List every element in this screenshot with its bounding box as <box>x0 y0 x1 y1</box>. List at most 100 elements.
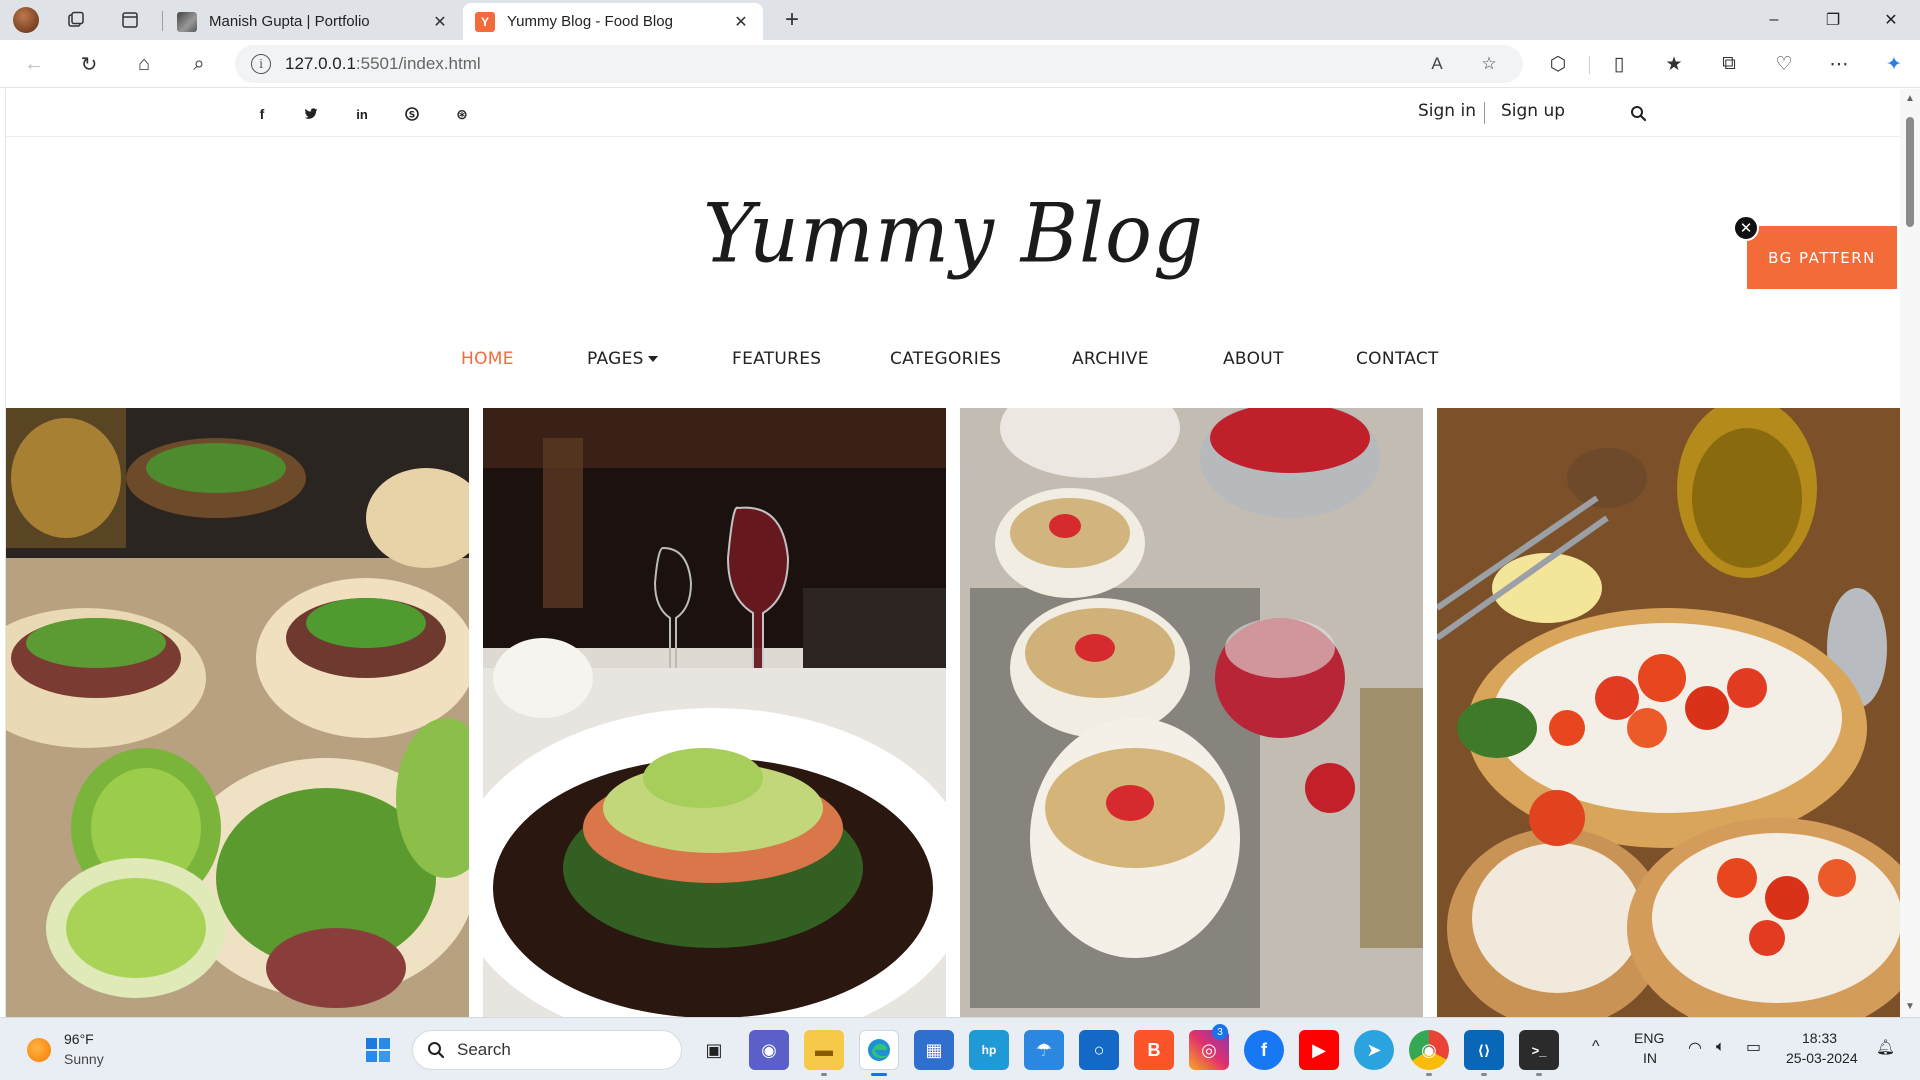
split-screen-icon[interactable]: ▯ <box>1599 48 1639 80</box>
search-icon[interactable] <box>1626 101 1650 125</box>
weather-temp[interactable]: 96°F <box>64 1031 94 1047</box>
favorites-icon[interactable]: ★ <box>1654 48 1694 80</box>
copilot-icon[interactable]: ✦ <box>1874 48 1914 80</box>
salmon-photo[interactable] <box>483 408 946 1017</box>
windows-taskbar: 96°F Sunny Search ▣ ◉ ▬ ▦ hp ☂ ○ B ◎ 3 f… <box>0 1017 1920 1080</box>
toolbar-separator <box>1589 56 1590 74</box>
tacos-photo[interactable] <box>6 408 469 1017</box>
collections-icon[interactable]: ⧉ <box>1709 48 1749 80</box>
task-view-icon[interactable]: ▣ <box>694 1030 734 1070</box>
yummy-blog-favicon-icon: Y <box>475 11 495 32</box>
weather-app-icon[interactable]: ☂ <box>1024 1030 1064 1070</box>
parfait-photo[interactable] <box>960 408 1423 1017</box>
hp-app-icon[interactable]: hp <box>969 1030 1009 1070</box>
new-tab-button[interactable]: + <box>776 6 808 34</box>
tab-separator <box>162 11 163 31</box>
battery-icon[interactable]: ▭ <box>1746 1037 1761 1057</box>
running-indicator <box>1426 1073 1432 1076</box>
minimize-button[interactable]: – <box>1745 0 1803 40</box>
running-indicator <box>821 1073 827 1076</box>
sign-in-link[interactable]: Sign in <box>1418 101 1476 121</box>
telegram-icon[interactable]: ➤ <box>1354 1030 1394 1070</box>
tab-actions-icon[interactable] <box>112 6 148 34</box>
cortana-icon[interactable]: ○ <box>1079 1030 1119 1070</box>
favorite-star-icon[interactable]: ☆ <box>1471 45 1507 83</box>
nav-archive[interactable]: ARCHIVE <box>1072 349 1149 369</box>
site-logo[interactable]: Yummy Blog <box>6 187 1900 282</box>
svg-text:S: S <box>409 111 415 121</box>
weather-desc[interactable]: Sunny <box>64 1051 104 1067</box>
nav-pages-label: PAGES <box>587 349 644 369</box>
vscode-icon[interactable]: ⟨⟩ <box>1464 1030 1504 1070</box>
youtube-icon[interactable]: ▶ <box>1299 1030 1339 1070</box>
url-host: 127.0.0.1 <box>285 54 356 73</box>
browser-essentials-icon[interactable]: ♡ <box>1764 48 1804 80</box>
tab-portfolio[interactable]: Manish Gupta | Portfolio ✕ <box>165 3 462 40</box>
refresh-button[interactable]: ↻ <box>71 48 107 80</box>
url-path: :5501/index.html <box>355 54 481 73</box>
tab-close-icon[interactable]: ✕ <box>731 12 751 32</box>
show-hidden-icons-chevron-icon[interactable]: ^ <box>1592 1038 1600 1056</box>
main-navigation: HOME PAGES FEATURES CATEGORIES ARCHIVE A… <box>6 349 1900 377</box>
brave-icon[interactable]: B <box>1134 1030 1174 1070</box>
tab-yummy-blog[interactable]: Y Yummy Blog - Food Blog ✕ <box>463 3 763 40</box>
twitter-icon[interactable] <box>299 102 323 126</box>
nav-home[interactable]: HOME <box>461 349 514 369</box>
nav-contact[interactable]: CONTACT <box>1356 349 1439 369</box>
language-region[interactable]: IN <box>1643 1050 1657 1066</box>
site-topbar: f in S ⊛ Sign in Sign up <box>6 89 1900 137</box>
nav-features[interactable]: FEATURES <box>732 349 821 369</box>
clock-time[interactable]: 18:33 <box>1802 1030 1837 1046</box>
file-explorer-icon[interactable]: ▬ <box>804 1030 844 1070</box>
bg-pattern-close-icon[interactable]: ✕ <box>1733 215 1759 241</box>
running-indicator <box>871 1073 887 1076</box>
site-info-icon[interactable]: i <box>251 54 271 74</box>
taskbar-search-label: Search <box>457 1040 511 1059</box>
bg-pattern-button[interactable]: BG PATTERN <box>1747 226 1897 289</box>
scroll-down-icon[interactable]: ▼ <box>1904 1001 1916 1013</box>
page-scrollbar[interactable]: ▲ ▼ <box>1900 89 1920 1017</box>
more-menu-icon[interactable]: ⋯ <box>1819 48 1859 80</box>
sign-up-link[interactable]: Sign up <box>1501 101 1565 121</box>
read-aloud-icon[interactable]: A <box>1419 45 1455 83</box>
bruschetta-photo[interactable] <box>1437 408 1900 1017</box>
language-indicator[interactable]: ENG <box>1634 1030 1664 1046</box>
home-button[interactable]: ⌂ <box>126 48 162 80</box>
close-window-button[interactable]: ✕ <box>1862 0 1920 40</box>
chrome-icon[interactable]: ◉ <box>1409 1030 1449 1070</box>
browser-tab-strip: Manish Gupta | Portfolio ✕ Y Yummy Blog … <box>0 0 1920 40</box>
wifi-icon[interactable]: ◠ <box>1688 1038 1702 1058</box>
scroll-up-icon[interactable]: ▲ <box>1904 93 1916 105</box>
dribbble-icon[interactable]: ⊛ <box>450 102 474 126</box>
nav-about[interactable]: ABOUT <box>1223 349 1284 369</box>
search-icon[interactable]: ⌕ <box>181 48 217 80</box>
tab-close-icon[interactable]: ✕ <box>430 12 450 32</box>
web-page: f in S ⊛ Sign in Sign up Yummy Blog BG P… <box>5 89 1900 1017</box>
tab-title: Yummy Blog - Food Blog <box>507 13 673 30</box>
terminal-icon[interactable]: >_ <box>1519 1030 1559 1070</box>
workspaces-icon[interactable] <box>58 6 94 34</box>
extensions-icon[interactable]: ⬡ <box>1538 48 1578 80</box>
address-bar[interactable]: i 127.0.0.1:5501/index.html A ☆ <box>235 45 1523 83</box>
start-button[interactable] <box>358 1030 398 1070</box>
edge-icon[interactable] <box>859 1030 899 1070</box>
profile-avatar[interactable] <box>8 6 44 34</box>
facebook-icon[interactable]: f <box>250 102 274 126</box>
running-indicator <box>1536 1073 1542 1076</box>
weather-sun-icon[interactable] <box>27 1038 51 1062</box>
skype-icon[interactable]: S <box>400 102 424 126</box>
meet-icon[interactable]: ◉ <box>749 1030 789 1070</box>
linkedin-icon[interactable]: in <box>350 102 374 126</box>
browser-toolbar: ← ↻ ⌂ ⌕ i 127.0.0.1:5501/index.html A ☆ … <box>0 40 1920 88</box>
store-icon[interactable]: ▦ <box>914 1030 954 1070</box>
scroll-thumb[interactable] <box>1906 117 1914 227</box>
notification-bell-icon[interactable]: 🔔︎ <box>1876 1038 1895 1056</box>
taskbar-search[interactable]: Search <box>412 1030 682 1070</box>
nav-categories[interactable]: CATEGORIES <box>890 349 1001 369</box>
facebook-icon[interactable]: f <box>1244 1030 1284 1070</box>
speaker-icon[interactable]: 🔈︎ <box>1716 1038 1725 1055</box>
maximize-button[interactable]: ❐ <box>1804 0 1862 40</box>
back-button[interactable]: ← <box>16 48 52 80</box>
nav-pages[interactable]: PAGES <box>587 349 658 369</box>
clock-date[interactable]: 25-03-2024 <box>1786 1050 1858 1066</box>
